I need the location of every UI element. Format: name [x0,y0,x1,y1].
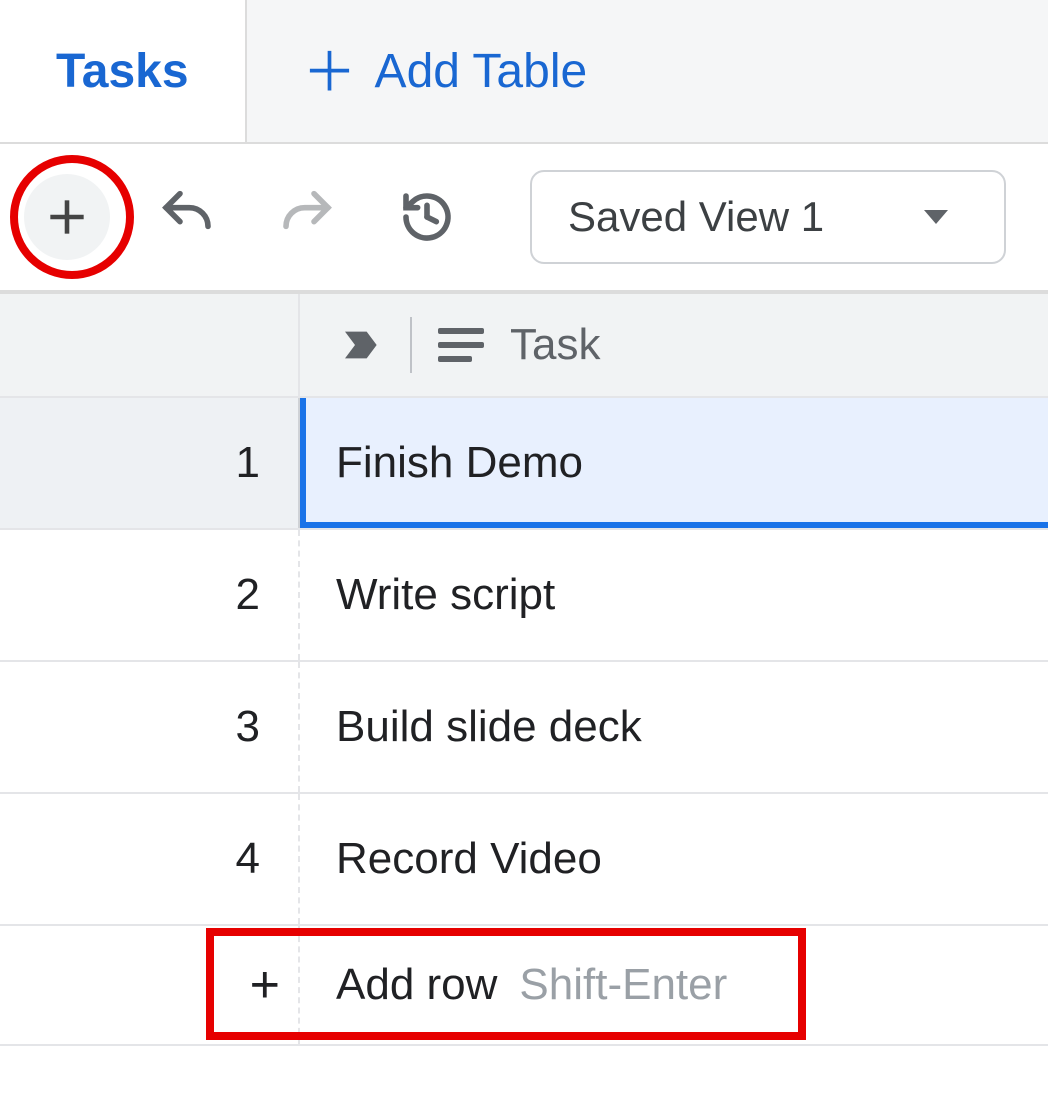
add-row-cell: Add row Shift-Enter [300,926,1048,1044]
add-row-shortcut: Shift-Enter [519,960,727,1010]
task-cell[interactable]: Finish Demo [300,398,1048,528]
grid-header-row: Task [0,292,1048,398]
row-index[interactable]: 4 [0,794,300,924]
table-row[interactable]: 1 Finish Demo [0,398,1048,530]
expand-column-icon [336,321,384,369]
plus-icon [42,192,92,242]
history-button[interactable] [384,174,470,260]
undo-button[interactable] [144,174,230,260]
redo-icon [279,189,335,245]
column-title: Task [510,320,600,370]
plus-icon: + [250,955,280,1015]
add-row-gutter: + [0,926,300,1044]
task-cell[interactable]: Write script [300,530,1048,660]
toolbar: Saved View 1 [0,144,1048,292]
add-row-button[interactable]: + Add row Shift-Enter [0,926,1048,1046]
row-gutter-header[interactable] [0,294,300,396]
table-tab-bar: Tasks ＋ Add Table [0,0,1048,144]
table-row[interactable]: 4 Record Video [0,794,1048,926]
text-column-icon [438,328,484,362]
task-cell[interactable]: Record Video [300,794,1048,924]
table-row[interactable]: 2 Write script [0,530,1048,662]
undo-icon [159,189,215,245]
add-table-tab[interactable]: ＋ Add Table [247,0,644,142]
saved-view-label: Saved View 1 [568,193,824,241]
row-index[interactable]: 2 [0,530,300,660]
chevron-down-icon [924,210,948,224]
plus-icon: ＋ [303,46,357,100]
saved-view-selector[interactable]: Saved View 1 [530,170,1006,264]
history-icon [399,189,455,245]
table-row[interactable]: 3 Build slide deck [0,662,1048,794]
row-index[interactable]: 1 [0,398,300,528]
tab-tasks-label: Tasks [56,44,189,99]
row-index[interactable]: 3 [0,662,300,792]
add-table-label: Add Table [375,44,588,99]
task-cell[interactable]: Build slide deck [300,662,1048,792]
add-row-label: Add row [336,960,497,1010]
divider [410,317,412,373]
insert-row-button[interactable] [24,174,110,260]
redo-button[interactable] [264,174,350,260]
task-grid: Task 1 Finish Demo 2 Write script 3 Buil… [0,292,1048,1046]
tab-tasks[interactable]: Tasks [0,0,247,142]
column-header-task[interactable]: Task [300,294,1048,396]
